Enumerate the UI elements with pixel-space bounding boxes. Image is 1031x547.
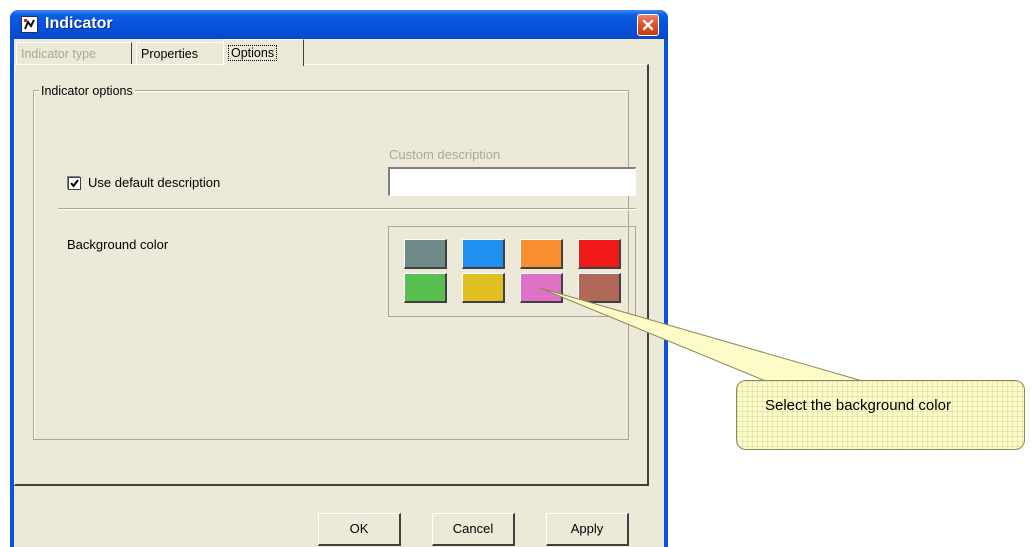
callout-box: Select the background color [736, 380, 1025, 450]
callout-text: Select the background color [765, 397, 951, 414]
tab-options-label: Options [228, 45, 278, 61]
tab-options[interactable]: Options [223, 39, 304, 66]
callout-leader [539, 287, 867, 383]
